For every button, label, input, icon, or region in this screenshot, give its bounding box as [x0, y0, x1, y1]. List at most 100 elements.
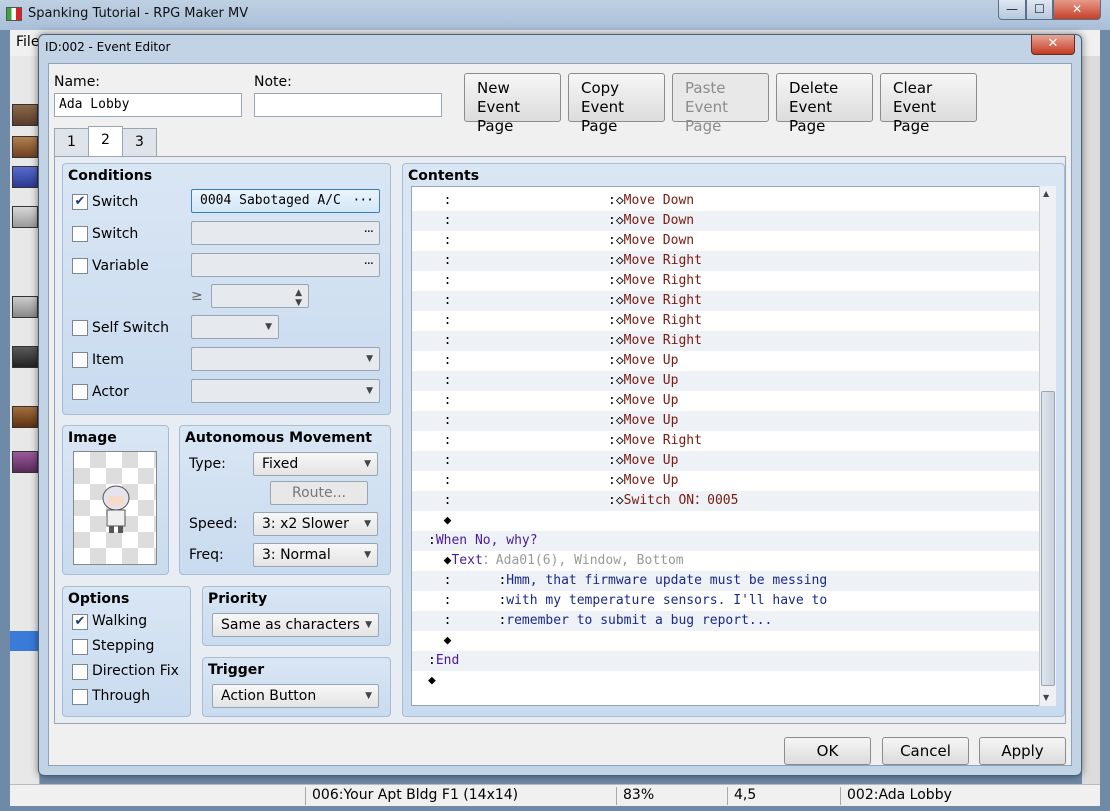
speed-select[interactable]: 3: x2 Slower ▼: [253, 512, 378, 536]
command-text: Move Up: [623, 353, 679, 368]
status-coords: 4,5: [727, 787, 756, 805]
command-indent: : :: [428, 613, 507, 628]
maximize-button[interactable]: ☐: [1026, 0, 1053, 20]
tile-swatch[interactable]: [12, 206, 38, 228]
event-command-row[interactable]: ◆: [412, 631, 1047, 651]
event-command-row[interactable]: : :◇Move Right: [412, 331, 1047, 351]
button-label: Event Page: [477, 98, 520, 135]
chevron-down-icon: ▼: [365, 691, 372, 701]
tile-swatch[interactable]: [12, 104, 38, 126]
priority-group: Priority Same as characters ▼: [202, 586, 391, 646]
scroll-down-icon[interactable]: ▼: [1043, 693, 1049, 702]
switch1-select[interactable]: 0004 Sabotaged A/C ···: [191, 189, 380, 213]
contents-scrollbar[interactable]: ▲ ▼: [1039, 186, 1056, 706]
event-command-row[interactable]: : :◇Move Up: [412, 451, 1047, 471]
freq-label: Freq:: [189, 547, 224, 563]
scroll-up-icon[interactable]: ▲: [1043, 189, 1049, 198]
tile-swatch[interactable]: [12, 451, 38, 473]
priority-select[interactable]: Same as characters ▼: [212, 613, 379, 637]
event-command-row[interactable]: : :with my temperature sensors. I'll hav…: [412, 591, 1047, 611]
event-command-row[interactable]: : :◇Move Up: [412, 351, 1047, 371]
copy-event-page-button[interactable]: Copy Event Page: [568, 73, 665, 135]
event-command-row[interactable]: : :◇Move Up: [412, 471, 1047, 491]
event-command-row[interactable]: : :◇Move Down: [412, 211, 1047, 231]
walking-checkbox[interactable]: ✔: [72, 614, 88, 630]
tab-page-2[interactable]: 2: [88, 126, 123, 157]
tile-swatch[interactable]: [12, 166, 38, 188]
apply-button[interactable]: Apply: [979, 737, 1066, 765]
direction-fix-checkbox[interactable]: [72, 664, 88, 680]
switch2-checkbox[interactable]: [72, 226, 88, 242]
name-field[interactable]: Ada Lobby: [54, 93, 242, 117]
paste-event-page-button[interactable]: Paste Event Page: [672, 73, 769, 135]
tile-swatch[interactable]: [12, 346, 38, 368]
dialog-close-button[interactable]: ✕: [1031, 35, 1075, 55]
command-text: Move Right: [623, 293, 702, 308]
self-switch-select[interactable]: ▼: [191, 315, 279, 339]
event-image-preview[interactable]: [73, 451, 157, 565]
movement-type-select[interactable]: Fixed ▼: [253, 452, 378, 476]
event-command-row[interactable]: : :◇Move Up: [412, 391, 1047, 411]
event-command-row[interactable]: :End: [412, 651, 1047, 671]
self-switch-checkbox[interactable]: [72, 320, 88, 336]
ok-button[interactable]: OK: [784, 737, 871, 765]
stepping-checkbox[interactable]: [72, 639, 88, 655]
event-command-row[interactable]: :When No, why?: [412, 531, 1047, 551]
tab-page-3[interactable]: 3: [122, 128, 157, 156]
new-event-page-button[interactable]: New Event Page: [464, 73, 561, 135]
event-command-row[interactable]: ◆Text：Ada01(6), Window, Bottom: [412, 551, 1047, 571]
map-tree-selected-row[interactable]: [10, 631, 40, 651]
tile-palette[interactable]: [10, 56, 40, 786]
tab-page-1[interactable]: 1: [54, 128, 89, 156]
tile-swatch[interactable]: [12, 136, 38, 158]
switch1-checkbox[interactable]: ✔: [72, 194, 88, 210]
freq-select[interactable]: 3: Normal ▼: [253, 543, 378, 567]
scrollbar-thumb[interactable]: [1041, 391, 1055, 686]
delete-event-page-button[interactable]: Delete Event Page: [776, 73, 873, 135]
command-marker-icon: ◆: [443, 513, 452, 528]
event-command-row[interactable]: : :◇Move Right: [412, 271, 1047, 291]
variable-value-spinner[interactable]: ▲ ▼: [211, 284, 309, 308]
switch2-select[interactable]: ···: [191, 221, 380, 245]
event-command-row[interactable]: : :◇Move Right: [412, 311, 1047, 331]
variable-checkbox[interactable]: [72, 258, 88, 274]
event-command-row[interactable]: ◆: [412, 511, 1047, 531]
event-command-row[interactable]: : :◇Move Right: [412, 291, 1047, 311]
command-indent: :: [428, 653, 436, 668]
event-commands-list[interactable]: : :◇Move Down : :◇Move Down : :◇Move Dow…: [411, 186, 1048, 706]
minimize-button[interactable]: —: [998, 0, 1026, 20]
trigger-select[interactable]: Action Button ▼: [212, 684, 379, 708]
through-checkbox[interactable]: [72, 689, 88, 705]
tile-swatch[interactable]: [12, 296, 38, 318]
actor-select[interactable]: ▼: [191, 379, 380, 403]
cancel-button[interactable]: Cancel: [882, 737, 969, 765]
variable-select[interactable]: ···: [191, 253, 380, 277]
item-select[interactable]: ▼: [191, 347, 380, 371]
event-command-row[interactable]: : :◇Move Right: [412, 431, 1047, 451]
stepping-label: Stepping: [92, 638, 155, 654]
menu-file[interactable]: File: [16, 34, 39, 50]
event-command-row[interactable]: : :remember to submit a bug report...: [412, 611, 1047, 631]
event-command-row[interactable]: : :◇Move Up: [412, 411, 1047, 431]
route-button[interactable]: Route...: [270, 481, 368, 505]
event-command-row[interactable]: : :◇Move Down: [412, 191, 1047, 211]
event-command-row[interactable]: : :◇Move Up: [412, 371, 1047, 391]
spin-down-icon[interactable]: ▼: [295, 292, 302, 314]
event-command-row[interactable]: : :Hmm, that firmware update must be mes…: [412, 571, 1047, 591]
map-scroll-area[interactable]: [1082, 56, 1100, 786]
event-command-row[interactable]: ◆: [412, 671, 1047, 691]
chevron-down-icon: ▼: [364, 519, 371, 529]
event-command-row[interactable]: : :◇Switch ON：0005: [412, 491, 1047, 511]
note-field[interactable]: [254, 93, 442, 117]
tile-swatch[interactable]: [12, 406, 38, 428]
button-label: Event Page: [893, 98, 936, 135]
ellipsis-icon: ···: [363, 257, 374, 272]
app-close-button[interactable]: ✕: [1053, 0, 1101, 20]
actor-checkbox[interactable]: [72, 384, 88, 400]
event-command-row[interactable]: : :◇Move Down: [412, 231, 1047, 251]
command-indent: : :: [428, 333, 616, 348]
event-command-row[interactable]: : :◇Move Right: [412, 251, 1047, 271]
item-checkbox[interactable]: [72, 352, 88, 368]
clear-event-page-button[interactable]: Clear Event Page: [880, 73, 977, 135]
command-text: Move Right: [623, 333, 702, 348]
